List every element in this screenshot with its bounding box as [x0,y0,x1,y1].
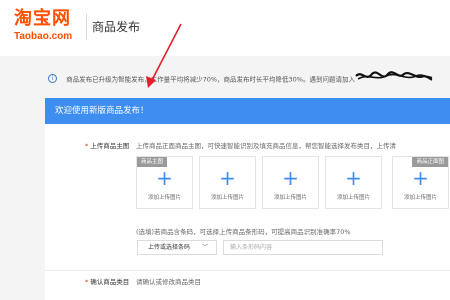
image-upload-slot[interactable]: + 添加上传图片 [199,156,256,209]
taobao-publish-page: 淘宝网 Taobao.com 商品发布 i 商品发布已升级为智能发布，工作量平均… [0,0,450,300]
page-title: 商品发布 [92,20,141,34]
category-hint: 请确认或修改商品类目 [136,278,201,286]
barcode-select-label: 上传或选择条码 [148,244,191,251]
barcode-input[interactable]: 输入条形码内容 [223,240,383,255]
scribble-annotation [355,71,433,81]
main-image-label: * 上传商品主图 [85,142,130,150]
main-image-hint: 上传商品正面商品主图，可快速智能识别及填充商品信息，帮您智能选择发布类目，上传清 [136,142,396,150]
slot-label: 添加上传图片 [403,195,437,201]
plus-icon: + [282,166,299,190]
required-icon: * [85,142,89,150]
notice-bar: i 商品发布已升级为智能发布，工作量平均将减少70%，商品发布时长平均降低30%… [48,68,355,88]
header: 淘宝网 Taobao.com 商品发布 [0,0,450,56]
panel-header: 欢迎使用新版商品发布！ [45,98,450,124]
category-label: * 确认商品类目 [85,278,130,286]
logo-text: 淘宝网 [14,8,71,29]
slot-label: 添加上传图片 [147,195,181,201]
required-icon: * [85,278,89,286]
slot-label: 添加上传图片 [273,195,307,201]
image-upload-slot[interactable]: + 添加上传图片 [325,156,382,209]
panel-title: 欢迎使用新版商品发布！ [55,106,149,116]
header-divider [86,14,87,40]
plus-icon: + [219,166,236,190]
publish-panel: 欢迎使用新版商品发布！ * 上传商品主图 上传商品正面商品主图，可快速智能识别及填… [45,98,450,300]
plus-icon: + [345,166,362,190]
info-icon: i [48,74,57,83]
logo-domain: Taobao.com [14,31,73,42]
section-divider [45,270,450,271]
barcode-hint: (选填)若商品含条码，可选择上传商品条形码，可提高商品识别准确率70% [136,228,351,236]
slot-label: 添加上传图片 [336,195,370,201]
notice-text: 商品发布已升级为智能发布，工作量平均将减少70%，商品发布时长平均降低30%。遇… [66,75,355,84]
slot-label: 添加上传图片 [210,195,244,201]
barcode-select-button[interactable]: 上传或选择条码 ﹀ [137,240,217,255]
taobao-logo[interactable]: 淘宝网 Taobao.com [14,8,86,43]
chevron-down-icon: ﹀ [201,244,208,251]
image-upload-slot[interactable]: 商品正面图 + 添加上传图片 [392,156,449,209]
plus-icon: + [156,166,173,190]
plus-icon: + [412,166,429,190]
image-upload-slot[interactable]: + 添加上传图片 [262,156,319,209]
image-upload-slot[interactable]: 商品主图 + 添加上传图片 [136,156,193,209]
